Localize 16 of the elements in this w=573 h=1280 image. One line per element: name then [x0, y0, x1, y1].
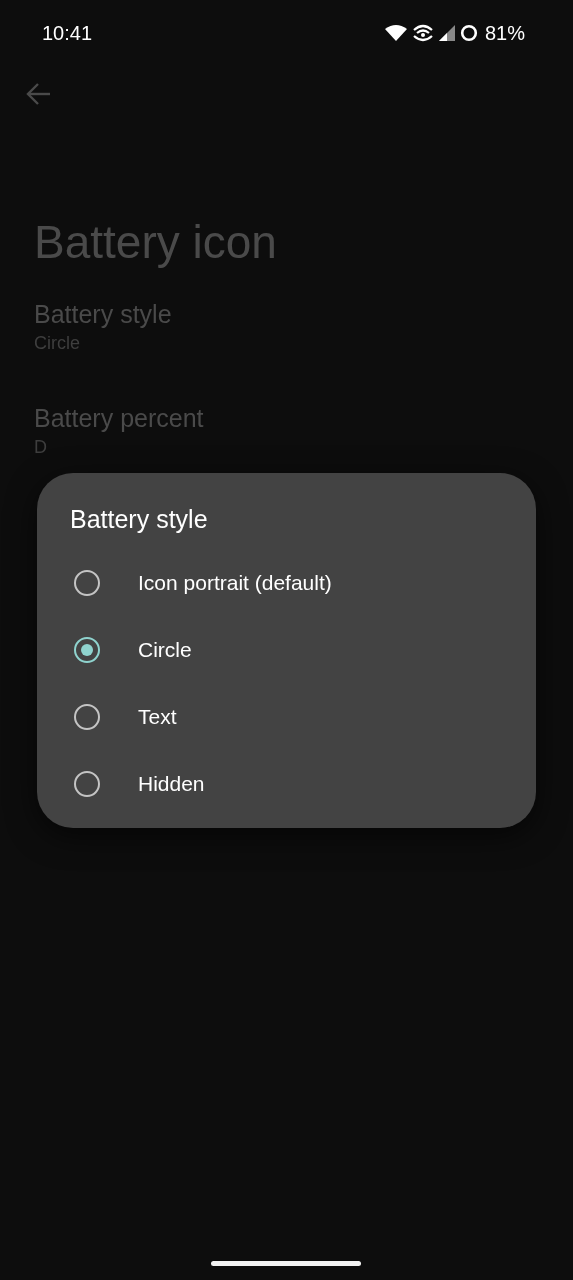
hotspot-icon	[411, 24, 434, 42]
radio-button[interactable]	[74, 569, 100, 596]
dialog-title: Battery style	[70, 504, 208, 535]
battery-circle-icon	[459, 24, 478, 42]
option-label[interactable]: Icon portrait (default)	[138, 570, 332, 595]
radio-button[interactable]	[74, 770, 100, 797]
option-label[interactable]: Text	[138, 704, 177, 729]
option-label[interactable]: Circle	[138, 637, 192, 662]
wifi-icon	[384, 25, 407, 41]
battery-percent: 81%	[484, 21, 525, 45]
page-title: Battery icon	[34, 215, 278, 270]
status-time: 10:41	[42, 21, 93, 45]
radio-button[interactable]	[74, 703, 100, 730]
option-label[interactable]: Hidden	[138, 771, 205, 796]
radio-button[interactable]	[74, 636, 100, 663]
signal-icon	[438, 25, 455, 41]
